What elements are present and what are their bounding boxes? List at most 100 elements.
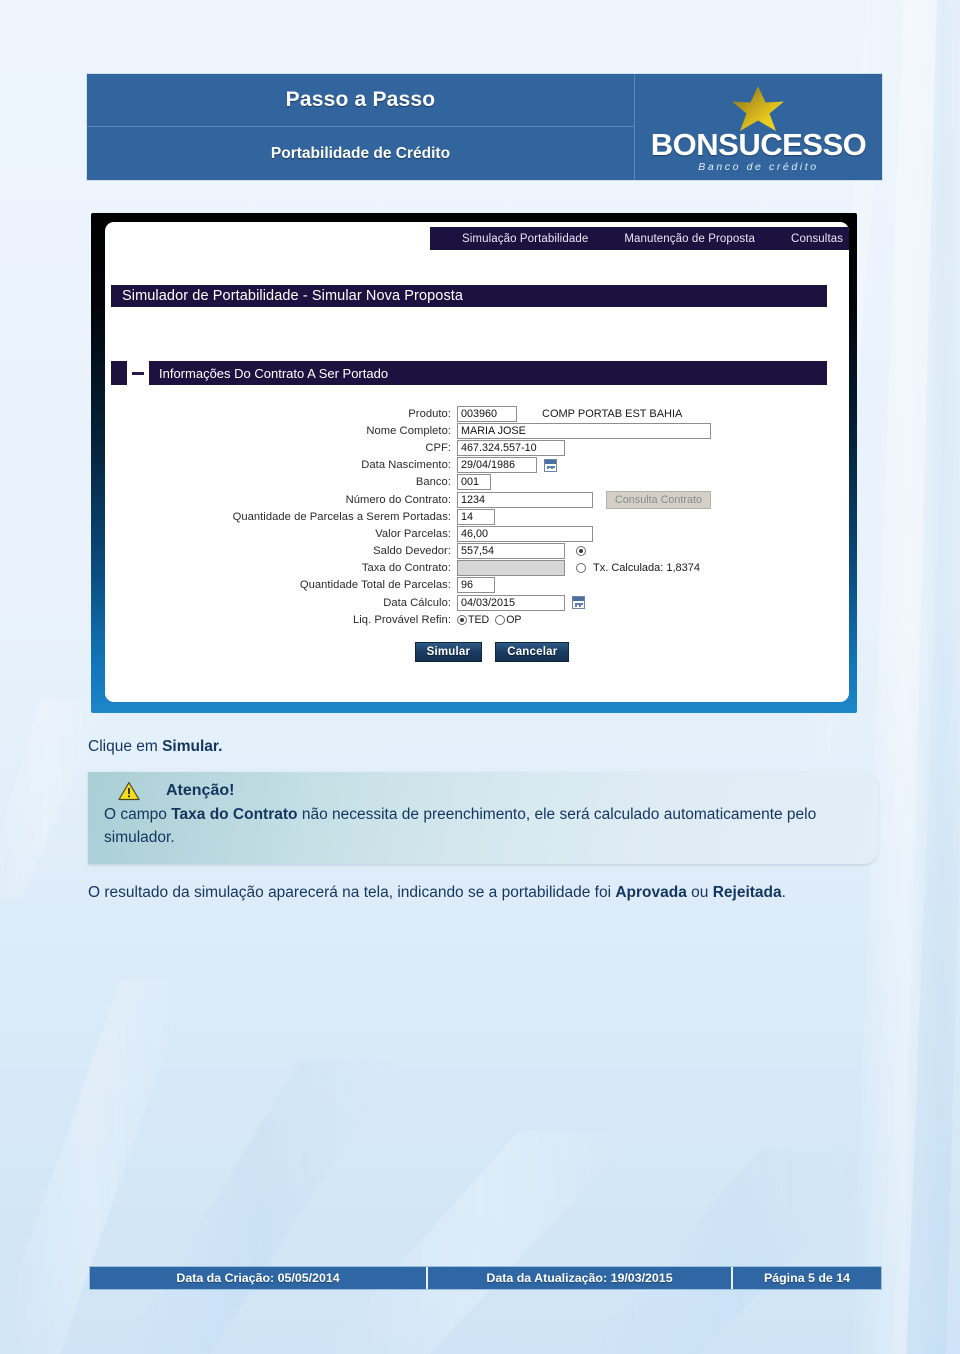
warning-triangle-icon [118, 781, 140, 801]
radio-taxa-do-contrato[interactable] [576, 563, 586, 574]
form-row-saldo-devedor: Saldo Devedor: 557,54 [105, 543, 849, 560]
result-text-b: ou [686, 883, 713, 901]
input-data-nascimento[interactable]: 29/04/1986 [457, 457, 537, 474]
radio-label-liq-op: OP [506, 613, 522, 626]
result-emphasis-approved: Aprovada [615, 883, 687, 901]
control-numero-do-contrato: 1234 Consulta Contrato [457, 490, 712, 509]
control-data-calculo: 04/03/2015 [457, 594, 585, 611]
intro-emphasis: Simular. [162, 738, 223, 755]
input-quantidade-de-parcelas-a-serem-portadas[interactable]: 14 [457, 508, 495, 525]
logo-wordmark: BONSUCESSO [650, 127, 867, 162]
radio-label-liq-ted: TED [468, 613, 490, 626]
form-row-quantidade-total-de-parcelas: Quantidade Total de Parcelas: 96 [105, 577, 849, 594]
banner-title: Passo a Passo [87, 74, 634, 127]
control-quantidade-total-de-parcelas: 96 [457, 577, 495, 594]
label-data-calculo: Data Cálculo: [383, 596, 451, 609]
result-text-c: . [781, 883, 786, 901]
logo-tagline: Banco de crédito [698, 161, 819, 173]
form-row-nome-completo: Nome Completo: MARIA JOSE [105, 422, 849, 439]
label-banco: Banco: [415, 476, 451, 489]
form-row-liq-provavel-refin: Liq. Provável Refin: TED OP [105, 611, 849, 628]
control-data-nascimento: 29/04/1986 [457, 457, 557, 474]
label-produto: Produto: [408, 407, 451, 420]
banner-title-block: Passo a Passo Portabilidade de Crédito [87, 74, 634, 180]
star-icon [729, 85, 787, 133]
calendar-icon[interactable] [544, 458, 557, 472]
section-header: Informações Do Contrato A Ser Portado [111, 361, 827, 385]
input-saldo-devedor[interactable]: 557,54 [457, 543, 565, 560]
tab-consultas[interactable]: Consultas [773, 233, 849, 245]
control-valor-parcelas: 46,00 [457, 525, 593, 542]
form-row-quantidade-de-parcelas-a-serem-portadas: Quantidade de Parcelas a Serem Portadas:… [105, 508, 849, 525]
label-data-nascimento: Data Nascimento: [361, 459, 451, 472]
radio-saldo-devedor[interactable] [576, 546, 586, 557]
consulta-contrato-button[interactable]: Consulta Contrato [606, 490, 712, 509]
label-numero-do-contrato: Número do Contrato: [345, 493, 451, 506]
intro-paragraph: Clique em Simular. [88, 735, 878, 759]
input-banco[interactable]: 001 [457, 474, 491, 491]
radio-liq-op[interactable] [495, 614, 506, 625]
label-saldo-devedor: Saldo Devedor: [373, 545, 451, 558]
contract-form: Produto: 003960 COMP PORTAB EST BAHIA Nome … [105, 405, 849, 663]
control-produto: 003960 COMP PORTAB EST BAHIA [457, 405, 682, 422]
control-quantidade-de-parcelas-a-serem-portadas: 14 [457, 508, 495, 525]
brand-logo: BONSUCESSO Banco de crédito [634, 74, 882, 180]
calendar-icon[interactable] [572, 596, 585, 610]
form-row-taxa-do-contrato: Taxa do Contrato: Tx. Calculada: 1,8374 [105, 560, 849, 577]
form-row-data-nascimento: Data Nascimento: 29/04/1986 [105, 457, 849, 474]
input-numero-do-contrato[interactable]: 1234 [457, 491, 593, 508]
result-paragraph: O resultado da simulação aparecerá na te… [88, 881, 878, 905]
intro-text: Clique em [88, 738, 163, 755]
footer-page-number: Página 5 de 14 [763, 1271, 851, 1285]
label-taxa-do-contrato: Taxa do Contrato: [361, 562, 451, 575]
callout-text-a: O campo [104, 806, 172, 824]
app-page-title: Simulador de Portabilidade - Simular Nov… [111, 285, 827, 307]
form-row-cpf: CPF: 467.324.557-10 [105, 439, 849, 456]
label-valor-parcelas: Valor Parcelas: [375, 527, 451, 540]
form-row-produto: Produto: 003960 COMP PORTAB EST BAHIA [105, 405, 849, 422]
document-footer: Data da Criação: 05/05/2014 Data da Atua… [89, 1266, 882, 1290]
tab-simulacao-portabilidade[interactable]: Simulação Portabilidade [444, 233, 606, 245]
section-stub [111, 361, 127, 385]
label-cpf: CPF: [425, 441, 451, 454]
label-nome-completo: Nome Completo: [366, 424, 451, 437]
label-liq-provavel-refin: Liq. Provável Refin: [352, 613, 451, 626]
section-title: Informações Do Contrato A Ser Portado [149, 361, 827, 385]
app-nav-tabs[interactable]: Simulação Portabilidade Manutenção de Pr… [430, 227, 849, 250]
form-row-numero-do-contrato: Número do Contrato: 1234 Consulta Contrato [105, 490, 849, 509]
callout-emphasis: Taxa do Contrato [171, 806, 298, 824]
result-text-a: O resultado da simulação aparecerá na te… [88, 883, 616, 901]
footer-update-date: Data da Atualização: 19/03/2015 [428, 1267, 733, 1289]
control-saldo-devedor: 557,54 [457, 543, 586, 560]
instruction-content: Clique em Simular. Atenção! O campo Taxa… [88, 735, 878, 905]
banner-subtitle: Portabilidade de Crédito [270, 144, 451, 162]
app-window: Simulação Portabilidade Manutenção de Pr… [105, 222, 849, 702]
tab-manutencao-de-proposta[interactable]: Manutenção de Proposta [606, 233, 773, 245]
app-screenshot-frame: Simulação Portabilidade Manutenção de Pr… [91, 213, 857, 713]
footer-creation-date: Data da Criação: 05/05/2014 [90, 1267, 428, 1289]
input-cpf[interactable]: 467.324.557-10 [457, 439, 565, 456]
form-row-valor-parcelas: Valor Parcelas: 46,00 [105, 525, 849, 542]
label-quantidade-total-de-parcelas: Quantidade Total de Parcelas: [299, 579, 451, 592]
attention-callout: Atenção! O campo Taxa do Contrato não ne… [88, 772, 878, 864]
control-nome-completo: MARIA JOSE [457, 422, 711, 439]
simular-button[interactable]: Simular [414, 642, 483, 663]
input-produto[interactable]: 003960 [457, 405, 517, 422]
input-data-calculo[interactable]: 04/03/2015 [457, 594, 565, 611]
label-quantidade-de-parcelas-a-serem-portadas: Quantidade de Parcelas a Serem Portadas: [232, 510, 451, 523]
input-quantidade-total-de-parcelas[interactable]: 96 [457, 577, 495, 594]
form-actions: Simular Cancelar [105, 642, 849, 663]
document-header-banner: Passo a Passo Portabilidade de Crédito B… [86, 73, 883, 181]
input-taxa-do-contrato [457, 560, 565, 577]
radio-liq-ted[interactable] [457, 614, 467, 625]
input-nome-completo[interactable]: MARIA JOSE [457, 422, 711, 439]
control-banco: 001 [457, 474, 491, 491]
control-liq-provavel-refin: TED OP [457, 614, 528, 626]
collapse-toggle-icon[interactable] [127, 361, 149, 385]
form-row-banco: Banco: 001 [105, 474, 849, 491]
input-valor-parcelas[interactable]: 46,00 [457, 525, 593, 542]
callout-title: Atenção! [166, 782, 235, 800]
form-row-data-calculo: Data Cálculo: 04/03/2015 [105, 594, 849, 611]
control-cpf: 467.324.557-10 [457, 439, 565, 456]
cancelar-button[interactable]: Cancelar [495, 642, 570, 663]
